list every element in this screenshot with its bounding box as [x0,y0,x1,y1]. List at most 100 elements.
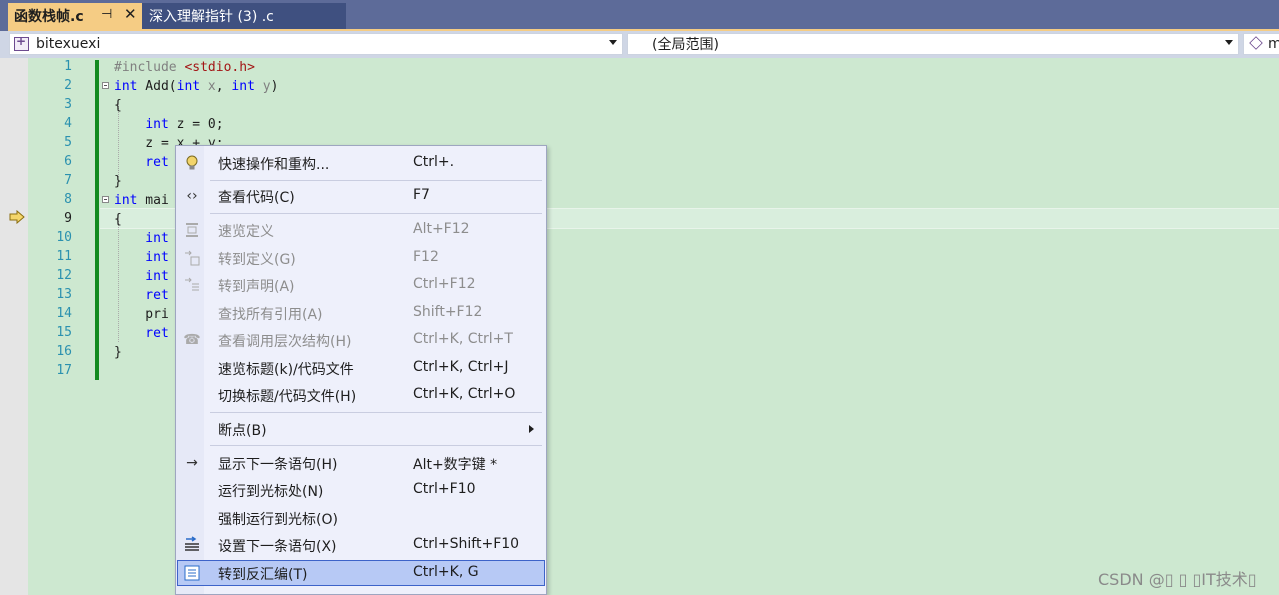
line-number: 11 [56,249,72,264]
code-text: int mai [114,191,169,210]
menu-item-label: 切换标题/代码文件(H) [218,389,357,405]
menu-item-show-next-statement[interactable]: → 显示下一条语句(H) Alt+数字键 * [176,451,546,475]
code-text: ret [114,326,169,341]
menu-item-shortcut: Ctrl+K, Ctrl+J [413,359,509,375]
parameter-token: x [200,79,216,94]
scope-dropdown[interactable]: (全局范围) [627,33,1239,55]
menu-item-label: 运行到光标处(N) [218,484,324,500]
peek-definition-icon [183,221,201,239]
collapse-toggle[interactable] [102,82,109,89]
line-number: 4 [64,116,72,131]
identifier-token: z = 0; [168,117,224,132]
menu-item-breakpoint[interactable]: 断点(B) [176,417,546,441]
code-text: int Add(int x, int y) [114,77,278,96]
menu-item-label: 显示下一条语句(H) [218,457,338,473]
code-brackets-icon: ‹› [186,188,198,204]
watermark: CSDN @▯ ▯ ▯IT技术▯ [1098,570,1257,589]
line-number: 14 [56,306,72,321]
code-line: 2 int Add(int x, int y) [0,77,1279,96]
project-label: bitexuexi [36,36,101,52]
menu-item-label: 设置下一条语句(X) [218,539,337,555]
menu-item-run-to-cursor[interactable]: 运行到光标处(N) Ctrl+F10 [176,478,546,502]
code-text: } [114,345,122,360]
menu-item-label: 查找所有引用(A) [218,307,323,323]
line-number: 7 [64,173,72,188]
code-text: } [114,174,122,189]
keyword-token: int [114,193,138,208]
menu-item-shortcut: F7 [413,187,430,203]
punctuation-token: , [215,79,232,94]
menu-item-peek-definition[interactable]: 速览定义 Alt+F12 [176,218,546,242]
menu-item-force-run-to-cursor[interactable]: 强制运行到光标(O) [176,506,546,530]
code-text: int z = 0; [114,115,224,134]
menu-item-quick-actions[interactable]: 快速操作和重构... Ctrl+. [176,151,546,175]
menu-item-shortcut: Alt+F12 [413,221,470,237]
code-line: 4 int z = 0; [0,115,1279,134]
chevron-down-icon [1225,40,1233,45]
keyword-token: int [176,79,201,94]
menu-item-label: 转到反汇编(T) [218,567,308,583]
tab-inactive-file[interactable]: 深入理解指针 (3) .c [142,3,346,29]
document-tab-strip: 函数栈帧.c ⊣ ✕ 深入理解指针 (3) .c [0,0,1279,31]
submenu-arrow-icon [529,425,534,433]
preprocessor-token: #include [114,60,185,75]
tab-active-file[interactable]: 函数栈帧.c ⊣ ✕ [8,3,142,29]
menu-item-set-next-statement[interactable]: 设置下一条语句(X) Ctrl+Shift+F10 [176,533,546,557]
line-number: 5 [64,135,72,150]
menu-item-shortcut: Alt+数字键 * [413,457,498,473]
keyword-token: int [231,79,255,94]
code-text: int [114,269,169,284]
line-number: 3 [64,97,72,112]
menu-separator [210,180,542,181]
menu-item-label: 快速操作和重构... [218,157,330,173]
menu-item-call-hierarchy[interactable]: ☎ 查看调用层次结构(H) Ctrl+K, Ctrl+T [176,328,546,352]
line-number: 6 [64,154,72,169]
go-to-declaration-icon [183,276,201,294]
member-dropdown[interactable]: m [1243,33,1279,55]
right-arrow-icon: → [186,455,198,471]
project-dropdown[interactable]: bitexuexi [9,33,623,55]
chevron-down-icon [609,40,617,45]
code-text: { [114,212,122,227]
identifier-token: Add( [137,79,177,94]
line-number: 9 [64,211,72,226]
menu-item-label: 转到定义(G) [218,252,296,268]
line-number: 8 [64,192,72,207]
close-icon[interactable]: ✕ [124,5,137,23]
line-number: 1 [64,59,72,74]
project-icon [14,34,29,51]
menu-item-peek-header[interactable]: 速览标题(k)/代码文件 Ctrl+K, Ctrl+J [176,356,546,380]
menu-item-label: 速览标题(k)/代码文件 [218,362,354,378]
parameter-token: y [254,79,271,94]
line-number: 13 [56,287,72,302]
navigation-bar: bitexuexi (全局范围) m [0,31,1279,58]
line-number: 17 [56,363,72,378]
menu-item-go-to-definition[interactable]: 转到定义(G) F12 [176,246,546,270]
call-hierarchy-icon: ☎ [183,332,201,348]
collapse-toggle[interactable] [102,196,109,203]
menu-item-shortcut: Shift+F12 [413,304,483,320]
menu-item-shortcut: F12 [413,249,439,265]
menu-item-shortcut: Ctrl+Shift+F10 [413,536,520,552]
menu-item-shortcut: Ctrl+K, G [413,564,479,580]
line-number: 12 [56,268,72,283]
menu-separator [210,412,542,413]
editor-context-menu: 快速操作和重构... Ctrl+. ‹› 查看代码(C) F7 速览定义 Alt… [175,145,547,595]
menu-item-go-to-declaration[interactable]: 转到声明(A) Ctrl+F12 [176,273,546,297]
menu-item-label: 查看代码(C) [218,190,295,206]
menu-item-shortcut: Ctrl+K, Ctrl+T [413,331,513,347]
menu-item-toggle-header[interactable]: 切换标题/代码文件(H) Ctrl+K, Ctrl+O [176,383,546,407]
scope-label: (全局范围) [652,37,719,53]
lightbulb-icon [183,154,201,172]
pin-icon[interactable]: ⊣ [101,7,112,22]
menu-item-find-all-references[interactable]: 查找所有引用(A) Shift+F12 [176,301,546,325]
menu-item-label: 速览定义 [218,224,274,240]
go-to-definition-icon [183,249,201,267]
code-text: { [114,98,122,113]
menu-item-go-to-disassembly[interactable]: 转到反汇编(T) Ctrl+K, G [177,560,545,586]
line-number: 10 [56,230,72,245]
set-next-statement-icon [183,536,201,554]
menu-item-view-code[interactable]: ‹› 查看代码(C) F7 [176,184,546,208]
code-text: #include <stdio.h> [114,58,255,77]
punctuation-token: ) [270,79,279,94]
